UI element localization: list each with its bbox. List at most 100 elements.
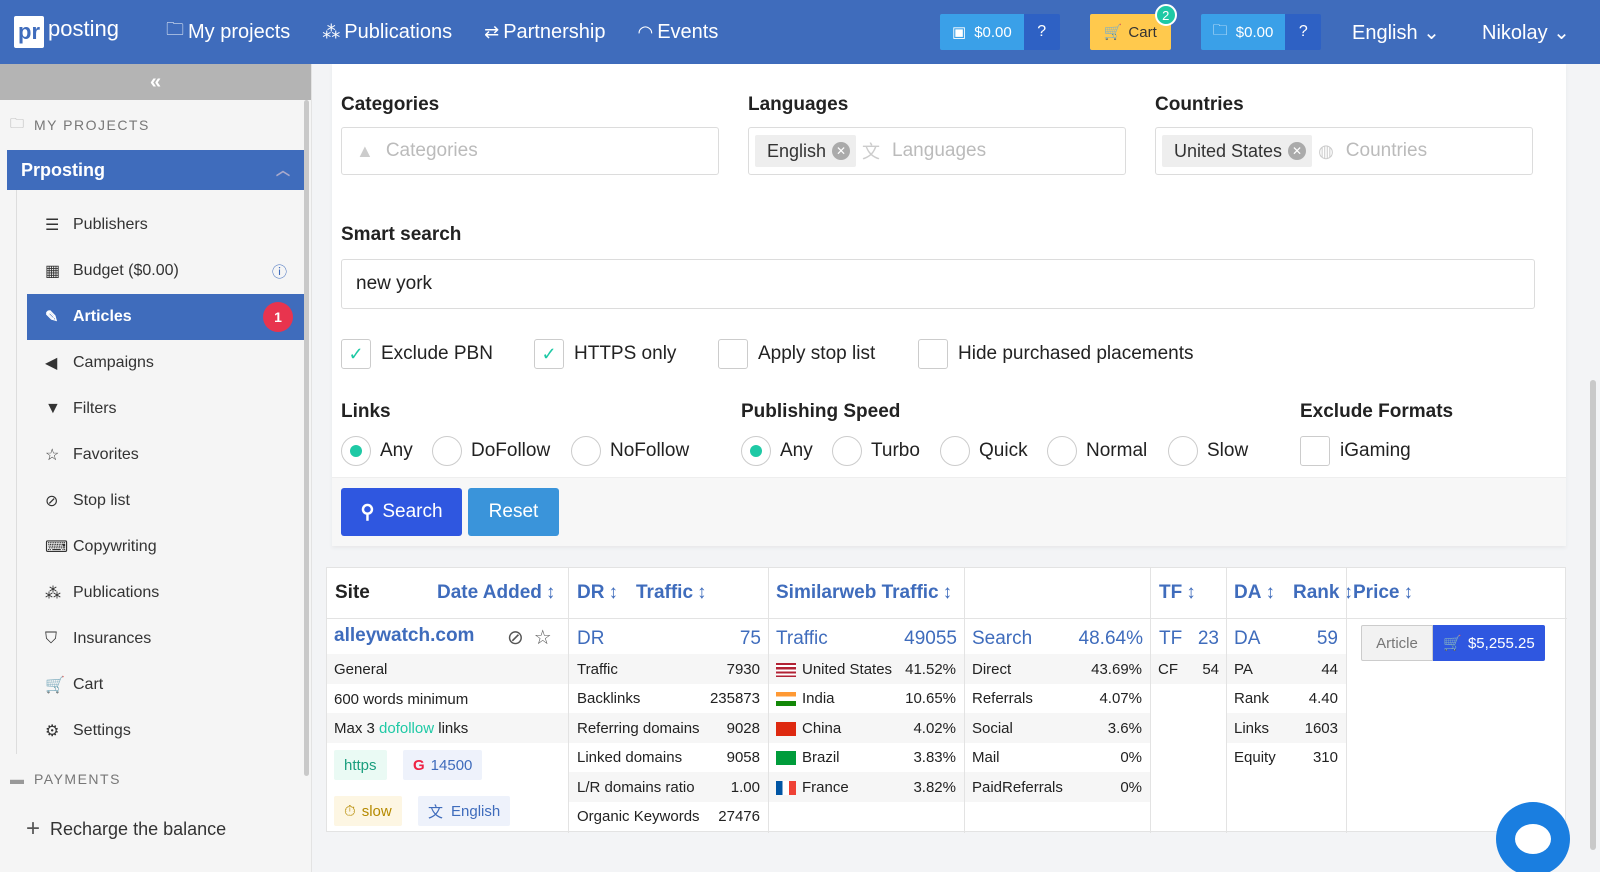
sidebar-scrollbar[interactable] [304,100,309,776]
nav-my-projects[interactable]: 🗀 My projects [166,17,290,47]
stat-value: 0% [1120,778,1142,796]
sidebar-item-budget[interactable]: ▦ Budget ($0.00) ⓘ [27,248,305,294]
radio-circle [832,436,862,466]
stat-key-text: PaidReferrals [972,778,1063,796]
header-price[interactable]: Price ↕ [1353,568,1413,618]
speed-turbo-radio[interactable]: Turbo [832,436,920,466]
sidebar-item-filters[interactable]: ▼ Filters [27,386,305,432]
search-summary: Search 48.64% [972,625,1143,653]
google-index-tag: G 14500 [403,750,483,780]
https-only-checkbox[interactable]: ✓ HTTPS only [534,339,676,369]
header-date-added[interactable]: Date Added ↕ [437,568,555,618]
sidebar-item-cart[interactable]: 🛒 Cart [27,662,305,708]
igaming-checkbox[interactable]: iGaming [1300,436,1411,466]
search-button[interactable]: ⚲ Search [341,488,462,536]
apply-stop-list-checkbox[interactable]: Apply stop list [718,339,875,369]
countries-select[interactable]: United States ✕ ◍ Countries [1155,127,1533,175]
keyboard-icon: ⌨ [45,539,69,556]
rss-icon: ◠ [637,21,654,42]
stat-row: Direct 43.69% [965,654,1150,684]
logo[interactable]: pr posting [14,16,144,48]
radio-dot [750,445,762,457]
language-select[interactable]: English ⌄ [1352,20,1440,45]
sidebar-item-label: Articles [73,308,132,325]
recharge-balance-link[interactable]: + Recharge the balance [0,804,311,854]
projects-help-button[interactable]: ? [1285,14,1322,50]
smart-search-input[interactable]: new york [341,259,1535,309]
plus-icon: + [26,815,41,842]
user-menu[interactable]: Nikolay ⌄ [1482,20,1570,45]
header-similarweb[interactable]: Similarweb Traffic ↕ [776,568,952,618]
speed-any-radio[interactable]: Any [741,436,813,466]
header-dr[interactable]: DR ↕ [577,568,618,618]
dr-summary: DR 75 [577,625,761,653]
projects-balance-button[interactable]: 🗀 $0.00 [1200,14,1286,50]
header-traffic[interactable]: Traffic ↕ [636,568,707,618]
links-any-radio[interactable]: Any [341,436,413,466]
stat-value: 4.07% [1099,690,1142,707]
links-nofollow-radio[interactable]: NoFollow [571,436,689,466]
ban-icon[interactable]: ⊘ [507,625,524,650]
nav-events[interactable]: ◠ Events [637,17,718,47]
star-icon[interactable]: ☆ [534,625,552,650]
sidebar-collapse-button[interactable]: « [0,64,311,100]
buy-price-button[interactable]: 🛒 $5,255.25 [1433,625,1545,661]
sidebar-item-label: Favorites [73,446,139,463]
nav-partnership[interactable]: ⇄ Partnership [484,17,605,47]
balance-button[interactable]: ▣ $0.00 [940,14,1024,50]
links-dofollow-radio[interactable]: DoFollow [432,436,550,466]
chat-widget-button[interactable] [1496,802,1570,872]
exclude-pbn-checkbox[interactable]: ✓ Exclude PBN [341,339,493,369]
chip-remove-icon[interactable]: ✕ [1288,142,1307,160]
header-rank[interactable]: Rank ↕ [1293,568,1353,618]
stat-key: Rank [1234,690,1269,707]
article-button[interactable]: Article [1361,625,1433,661]
main-content: Categories ▲ Categories Languages English… [326,64,1567,872]
project-selector[interactable]: Prposting ︿ [7,150,304,190]
cart-button[interactable]: 🛒 Cart 2 [1089,4,1177,50]
hide-purchased-checkbox[interactable]: Hide purchased placements [918,339,1194,369]
header-label: TF [1159,582,1183,603]
speed-slow-radio[interactable]: Slow [1168,436,1248,466]
star-icon: ☆ [45,447,60,464]
nav-publications[interactable]: ⁂ Publications [322,17,452,47]
stat-key-text: Referrals [972,690,1033,707]
header-tf[interactable]: TF ↕ [1159,568,1196,618]
languages-select[interactable]: English ✕ 文 Languages [748,127,1126,175]
sort-icon: ↕ [545,582,556,603]
stat-key-text: Direct [972,660,1012,678]
sidebar-item-insurances[interactable]: ⛉ Insurances [27,616,305,662]
sidebar-item-label: Stop list [73,492,130,509]
sidebar-item-label: Filters [73,400,117,417]
sidebar-item-articles[interactable]: ✎ Articles 1 [27,294,305,340]
balance-help-button[interactable]: ? [1023,14,1060,50]
reset-button[interactable]: Reset [468,488,559,536]
sidebar-item-campaigns[interactable]: ◀ Campaigns [27,340,305,386]
page-scrollbar[interactable] [1590,380,1596,850]
header-da[interactable]: DA ↕ [1234,568,1275,618]
stat-key-text: Brazil [802,749,840,766]
sidebar-item-settings[interactable]: ⚙ Settings [27,708,305,754]
search-label: Search [972,628,1033,649]
sidebar-item-stop-list[interactable]: ⊘ Stop list [27,478,305,524]
languages-placeholder: Languages [892,140,987,161]
sidebar-item-copywriting[interactable]: ⌨ Copywriting [27,524,305,570]
site-link[interactable]: alleywatch.com [334,625,474,647]
sidebar-item-publications[interactable]: ⁂ Publications [27,570,305,616]
header-label: Similarweb Traffic [776,582,939,603]
flag-icon [776,721,796,736]
sort-icon: ↕ [1186,582,1196,603]
sidebar-item-favorites[interactable]: ☆ Favorites [27,432,305,478]
col-divider [1346,568,1347,833]
sidebar-item-label: Settings [73,722,131,739]
question-icon[interactable]: ⓘ [272,261,287,282]
speed-quick-radio[interactable]: Quick [940,436,1028,466]
chip-remove-icon[interactable]: ✕ [832,142,851,160]
sidebar-item-publishers[interactable]: ☰ Publishers [27,202,305,248]
categories-label: Categories [341,94,440,115]
calculator-icon: ▦ [45,263,61,280]
categories-select[interactable]: ▲ Categories [341,127,719,175]
radio-selected [341,436,371,466]
speed-normal-radio[interactable]: Normal [1047,436,1147,466]
search-value: 48.64% [1078,628,1143,649]
